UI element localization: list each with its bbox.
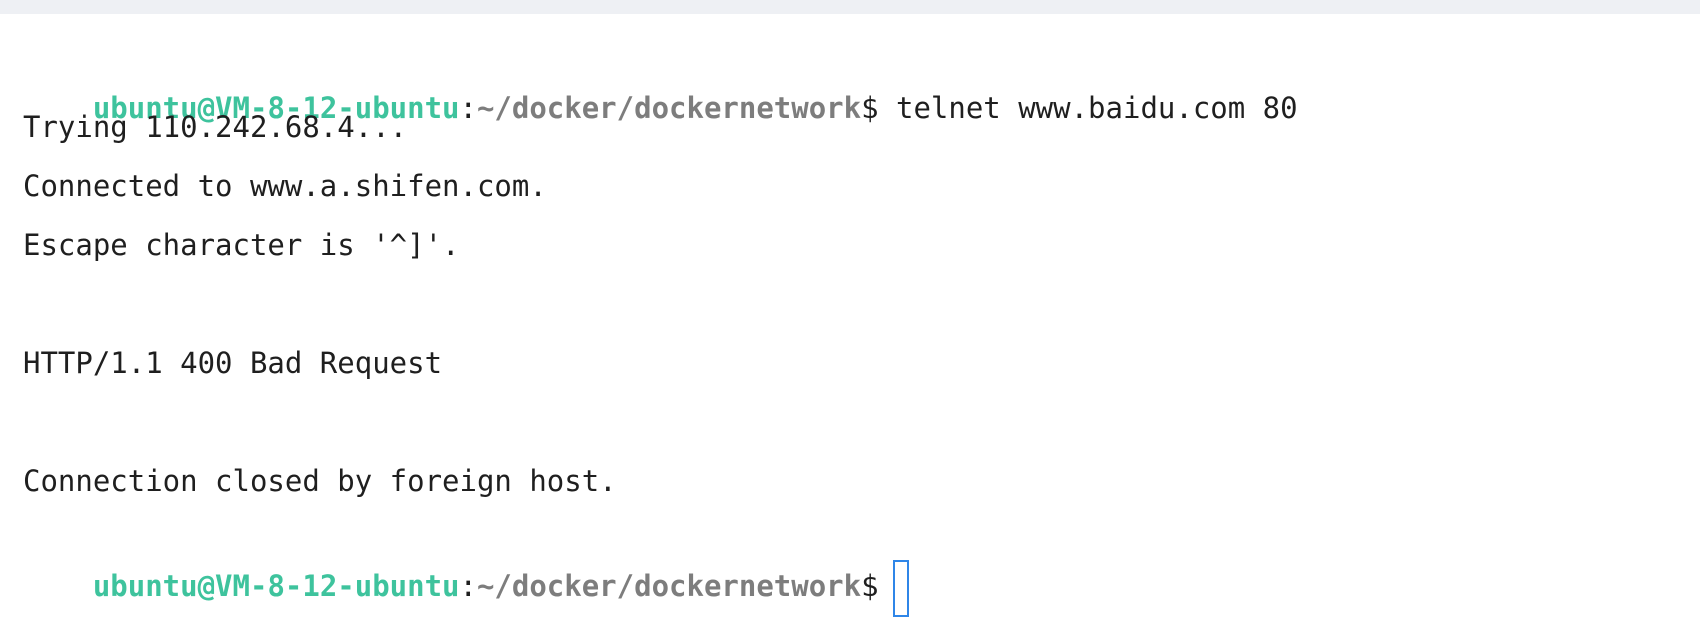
prompt-path: ~/docker/dockernetwork	[476, 569, 862, 603]
terminal-top-bar	[0, 0, 1700, 14]
prompt-path: ~/docker/dockernetwork	[476, 91, 862, 125]
prompt-colon: :	[459, 569, 477, 603]
output-line: Trying 110.242.68.4...	[23, 110, 408, 144]
prompt-colon: :	[459, 91, 477, 125]
terminal-window[interactable]: ubuntu@VM-8-12-ubuntu:~/docker/dockernet…	[0, 14, 1700, 630]
output-line: Connected to www.a.shifen.com.	[23, 169, 547, 203]
text-cursor[interactable]	[892, 560, 909, 617]
prompt-symbol: $	[861, 91, 879, 125]
output-line: Escape character is '^]'.	[23, 228, 460, 262]
output-line: Connection closed by foreign host.	[23, 464, 617, 498]
output-line: HTTP/1.1 400 Bad Request	[23, 346, 443, 380]
prompt-user-host: ubuntu@VM-8-12-ubuntu	[92, 569, 460, 603]
prompt-symbol: $	[861, 569, 879, 603]
prompt-line[interactable]: ubuntu@VM-8-12-ubuntu:~/docker/dockernet…	[23, 520, 909, 617]
command-line: ubuntu@VM-8-12-ubuntu:~/docker/dockernet…	[23, 48, 1298, 125]
command-text: telnet www.baidu.com 80	[878, 91, 1298, 125]
